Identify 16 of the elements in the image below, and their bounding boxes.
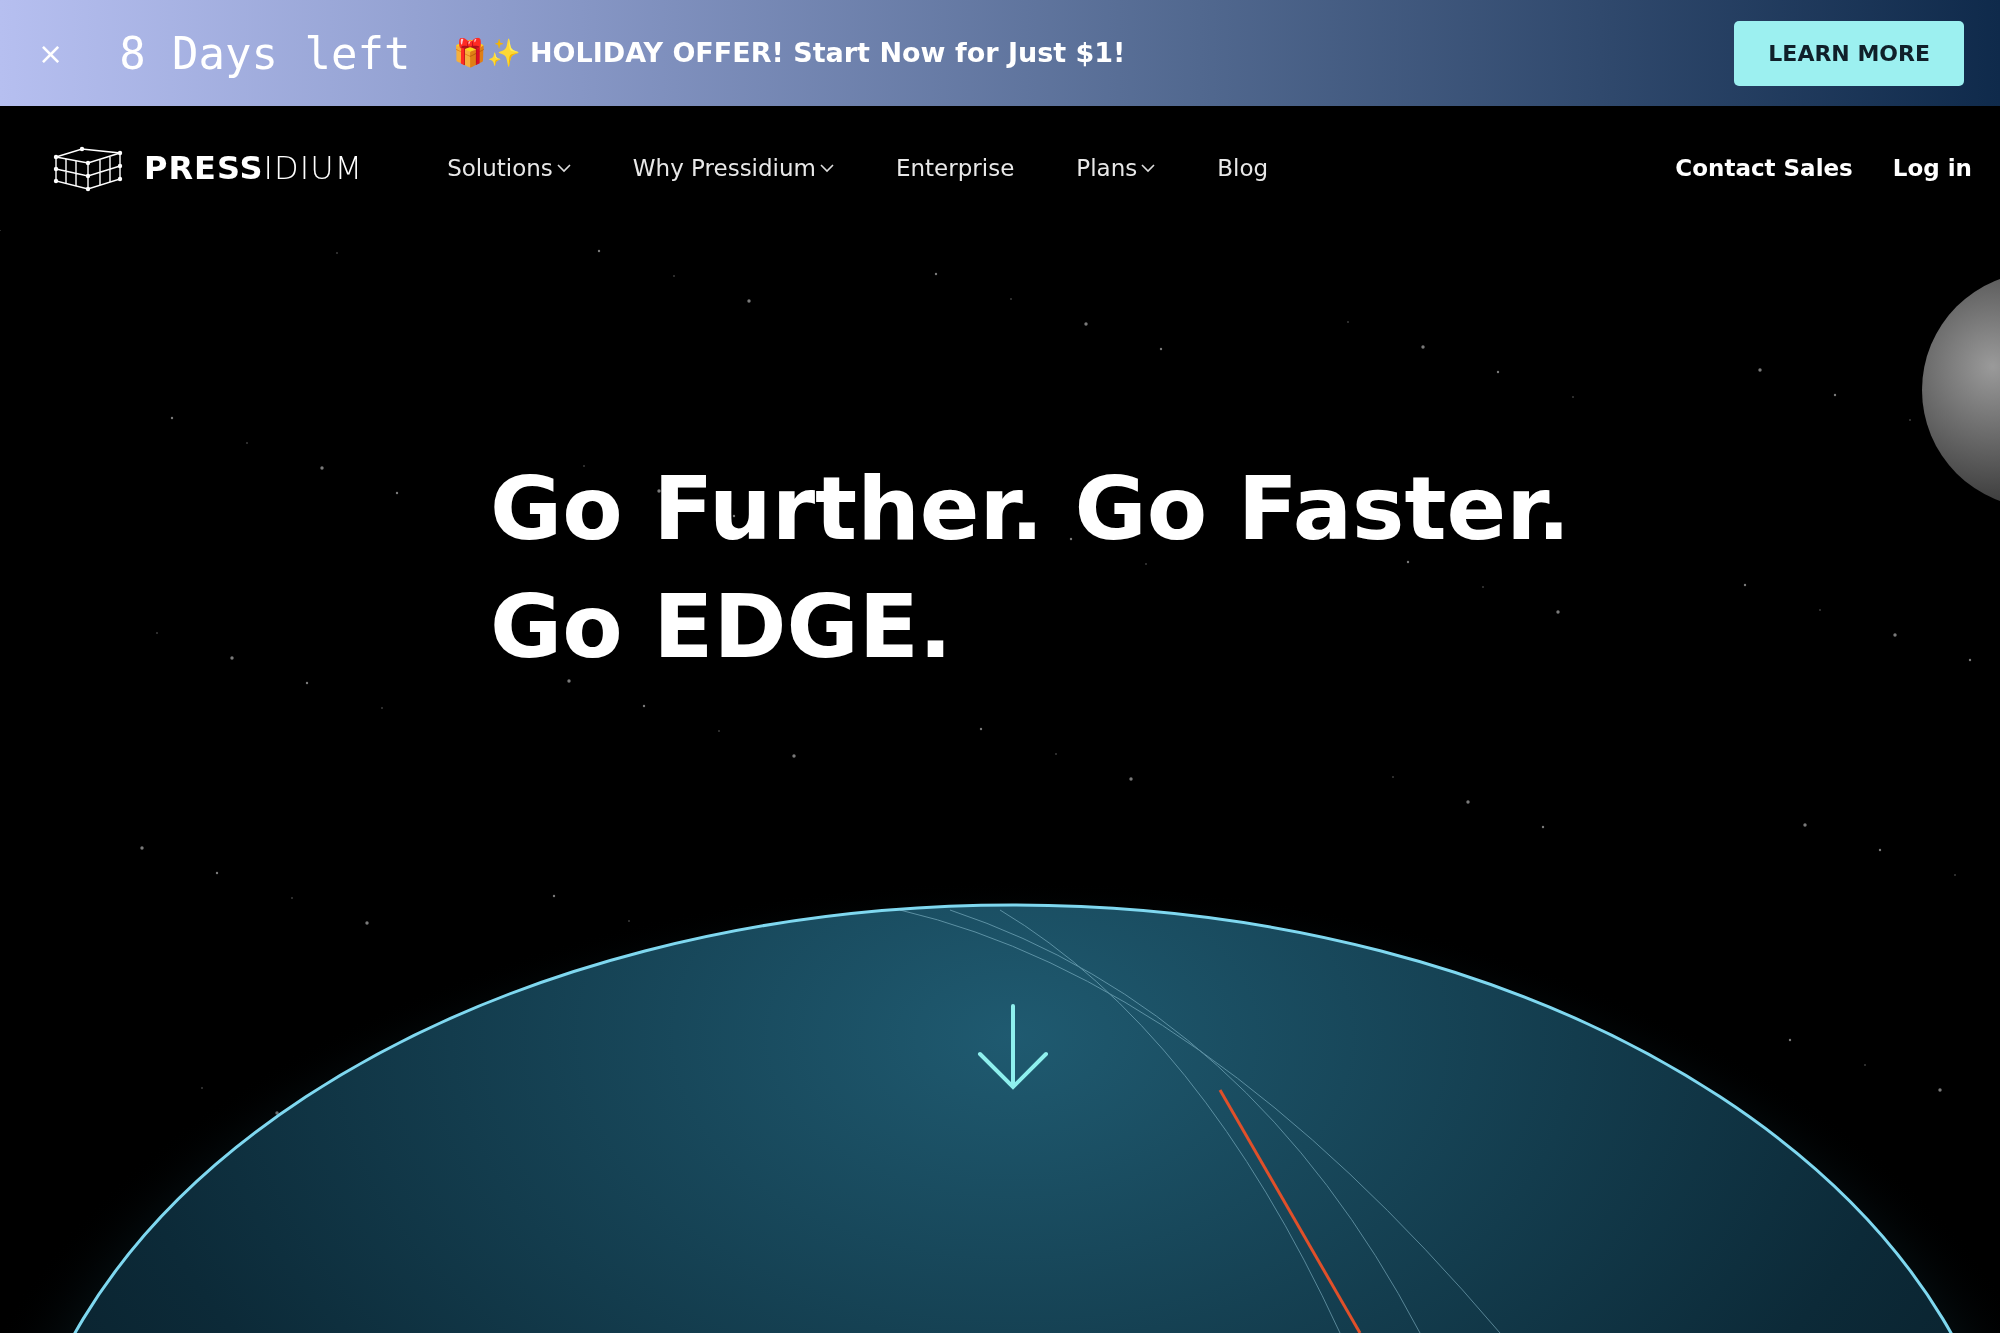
countdown-text: 8 Days left <box>119 27 411 79</box>
nav-action-link[interactable]: Contact Sales <box>1675 155 1853 181</box>
nav-link[interactable]: Enterprise <box>896 155 1015 181</box>
nav-link[interactable]: Why Pressidium <box>632 155 834 181</box>
headline-text: Go EDGE. <box>490 574 954 680</box>
brand-name[interactable]: PRESS IDIUM <box>144 149 364 187</box>
chevron-down-icon <box>1141 163 1156 173</box>
chevron-down-icon <box>820 163 834 173</box>
nav-link[interactable]: Plans <box>1076 155 1156 181</box>
chevron-down-icon <box>556 163 571 173</box>
nav-link[interactable]: Blog <box>1217 155 1269 181</box>
learn-more-button[interactable]: LEARN MORE <box>1734 20 1964 86</box>
offer-text: 🎁✨ HOLIDAY OFFER! Start Now for Just $1! <box>452 37 1126 69</box>
headline-text: Go Further. Go Faster. <box>490 456 1572 562</box>
nav-link[interactable]: Solutions <box>447 155 571 181</box>
nav-action-link[interactable]: Log in <box>1892 155 1972 181</box>
